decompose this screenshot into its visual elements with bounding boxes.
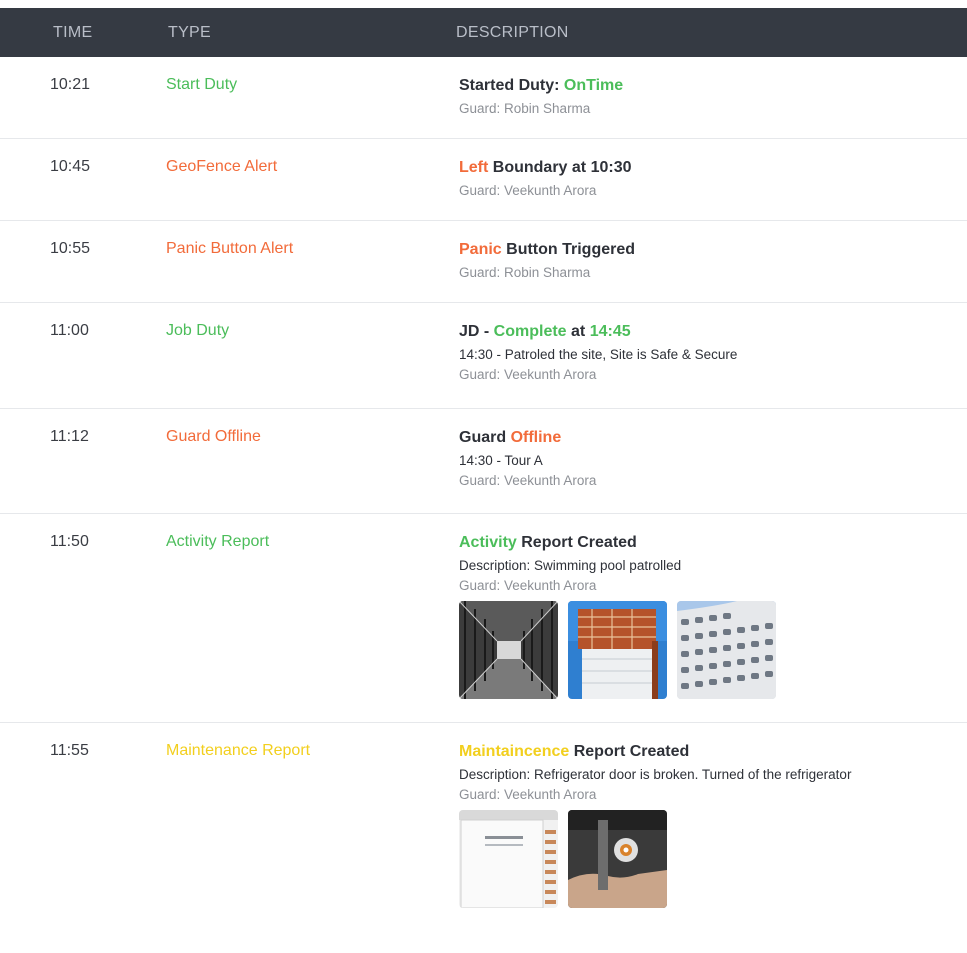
row-title: Panic Button Triggered (459, 240, 964, 259)
photo-thumbnails (459, 810, 964, 908)
row-description: JD - Complete at 14:45 14:30 - Patroled … (459, 322, 964, 383)
row-time: 11:00 (50, 322, 89, 339)
table-row[interactable]: 10:21 Start Duty Started Duty: OnTime Gu… (0, 57, 967, 139)
header-type: TYPE (168, 24, 211, 41)
row-title: Activity Report Created (459, 533, 964, 552)
row-time: 10:45 (50, 158, 91, 175)
row-description: Panic Button Triggered Guard: Robin Shar… (459, 240, 964, 281)
row-description: Left Boundary at 10:30 Guard: Veekunth A… (459, 158, 964, 199)
title-part-highlight: Activity (459, 534, 517, 551)
title-part: Button Triggered (501, 241, 636, 258)
table-row[interactable]: 11:00 Job Duty JD - Complete at 14:45 14… (0, 303, 967, 409)
title-part: Boundary at 10:30 (488, 159, 632, 176)
title-part-highlight: OnTime (563, 77, 624, 94)
title-part: Report Created (516, 534, 637, 551)
table-header: TIME TYPE DESCRIPTION (0, 8, 967, 57)
row-time: 11:50 (50, 533, 89, 550)
row-description: Guard Offline 14:30 - Tour A Guard: Veek… (459, 428, 964, 489)
header-description: DESCRIPTION (456, 24, 569, 41)
row-guard: Guard: Veekunth Arora (459, 473, 597, 488)
row-time: 11:55 (50, 742, 89, 759)
title-part-highlight: Complete (493, 323, 567, 340)
table-row[interactable]: 10:45 GeoFence Alert Left Boundary at 10… (0, 139, 967, 221)
hand-device-photo[interactable] (568, 810, 667, 908)
row-title: Guard Offline (459, 428, 964, 447)
row-description: Activity Report Created Description: Swi… (459, 533, 964, 699)
title-part-highlight: Left (459, 159, 489, 176)
event-log-table: TIME TYPE DESCRIPTION 10:21 Start Duty S… (0, 8, 967, 953)
row-guard: Guard: Veekunth Arora (459, 183, 597, 198)
construction-building-photo[interactable] (568, 601, 667, 699)
title-part: Report Created (569, 743, 690, 760)
row-title: JD - Complete at 14:45 (459, 322, 964, 341)
row-type: Job Duty (166, 322, 230, 339)
row-title: Left Boundary at 10:30 (459, 158, 964, 177)
row-time: 11:12 (50, 428, 89, 445)
refrigerator-photo[interactable] (459, 810, 558, 908)
row-time: 10:21 (50, 76, 91, 93)
title-part: Started Duty: (459, 77, 564, 94)
row-description: Maintaincence Report Created Description… (459, 742, 964, 908)
table-row[interactable]: 10:55 Panic Button Alert Panic Button Tr… (0, 221, 967, 303)
title-part: at (566, 323, 590, 340)
table-row[interactable]: 11:12 Guard Offline Guard Offline 14:30 … (0, 409, 967, 514)
row-type: Maintenance Report (166, 742, 311, 759)
table-row[interactable]: 11:55 Maintenance Report Maintaincence R… (0, 723, 967, 953)
table-row[interactable]: 11:50 Activity Report Activity Report Cr… (0, 514, 967, 723)
photo-thumbnails (459, 601, 964, 699)
row-detail: 14:30 - Patroled the site, Site is Safe … (459, 347, 738, 362)
row-detail: Description: Swimming pool patrolled (459, 558, 682, 573)
row-detail: 14:30 - Tour A (459, 453, 543, 468)
row-type: Start Duty (166, 76, 238, 93)
row-guard: Guard: Veekunth Arora (459, 578, 597, 593)
row-type: GeoFence Alert (166, 158, 278, 175)
row-type: Guard Offline (166, 428, 261, 445)
row-guard: Guard: Robin Sharma (459, 265, 591, 280)
title-part-highlight: Panic (459, 241, 502, 258)
row-guard: Guard: Veekunth Arora (459, 367, 597, 382)
row-guard: Guard: Veekunth Arora (459, 787, 597, 802)
row-title: Maintaincence Report Created (459, 742, 964, 761)
title-part: JD - (459, 323, 494, 340)
row-description: Started Duty: OnTime Guard: Robin Sharma (459, 76, 964, 117)
row-type: Activity Report (166, 533, 270, 550)
title-part-highlight: Maintaincence (459, 743, 570, 760)
row-title: Started Duty: OnTime (459, 76, 964, 95)
title-part-highlight: Offline (510, 429, 562, 446)
row-guard: Guard: Robin Sharma (459, 101, 591, 116)
row-type: Panic Button Alert (166, 240, 294, 257)
title-part-highlight: 14:45 (589, 323, 631, 340)
header-time: TIME (53, 24, 93, 41)
row-time: 10:55 (50, 240, 91, 257)
curved-facade-photo[interactable] (677, 601, 776, 699)
scaffold-corridor-photo[interactable] (459, 601, 558, 699)
title-part: Guard (459, 429, 511, 446)
row-detail: Description: Refrigerator door is broken… (459, 767, 852, 782)
